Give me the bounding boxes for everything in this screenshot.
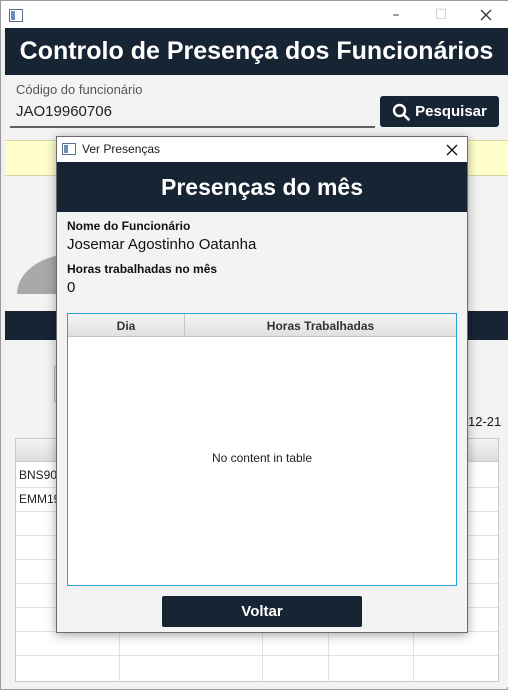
search-button-label: Pesquisar: [415, 103, 487, 120]
hours-value: 0: [67, 279, 76, 296]
main-header-title: Controlo de Presença dos Funcionários: [5, 28, 508, 75]
dialog-titlebar: Ver Presenças: [57, 137, 467, 162]
close-icon[interactable]: [464, 3, 508, 27]
search-button[interactable]: Pesquisar: [380, 96, 499, 127]
app-icon: [9, 9, 23, 22]
attendance-table-header: Dia Horas Trabalhadas: [68, 314, 456, 337]
close-icon: [446, 144, 458, 156]
employee-code-label: Código do funcionário: [16, 82, 143, 97]
minimize-icon[interactable]: –: [374, 3, 418, 27]
back-button[interactable]: Voltar: [162, 596, 362, 627]
hours-label: Horas trabalhadas no mês: [67, 262, 218, 276]
row-divider: [16, 655, 498, 656]
dialog-title: Ver Presenças: [82, 142, 161, 156]
attendance-table[interactable]: Dia Horas Trabalhadas No content in tabl…: [67, 313, 457, 586]
attendance-dialog: Ver Presenças Presenças do mês Nome do F…: [56, 136, 468, 633]
employee-code-input[interactable]: [10, 97, 375, 128]
dialog-app-icon: [62, 143, 76, 155]
column-header-day[interactable]: Dia: [68, 314, 185, 337]
employee-name-label: Nome do Funcionário: [67, 219, 191, 233]
maximize-icon[interactable]: ☐: [419, 3, 463, 27]
empty-table-message: No content in table: [211, 451, 313, 465]
column-header-hours[interactable]: Horas Trabalhadas: [185, 314, 456, 337]
dialog-header-title: Presenças do mês: [57, 162, 467, 212]
employee-name-value: Josemar Agostinho Oatanha: [67, 236, 257, 253]
main-titlebar: – ☐: [1, 1, 509, 29]
dialog-close-button[interactable]: [437, 138, 467, 162]
search-icon: [392, 103, 410, 121]
date-fragment: 12-21: [468, 414, 502, 429]
table-cell: EMM19: [19, 492, 61, 506]
